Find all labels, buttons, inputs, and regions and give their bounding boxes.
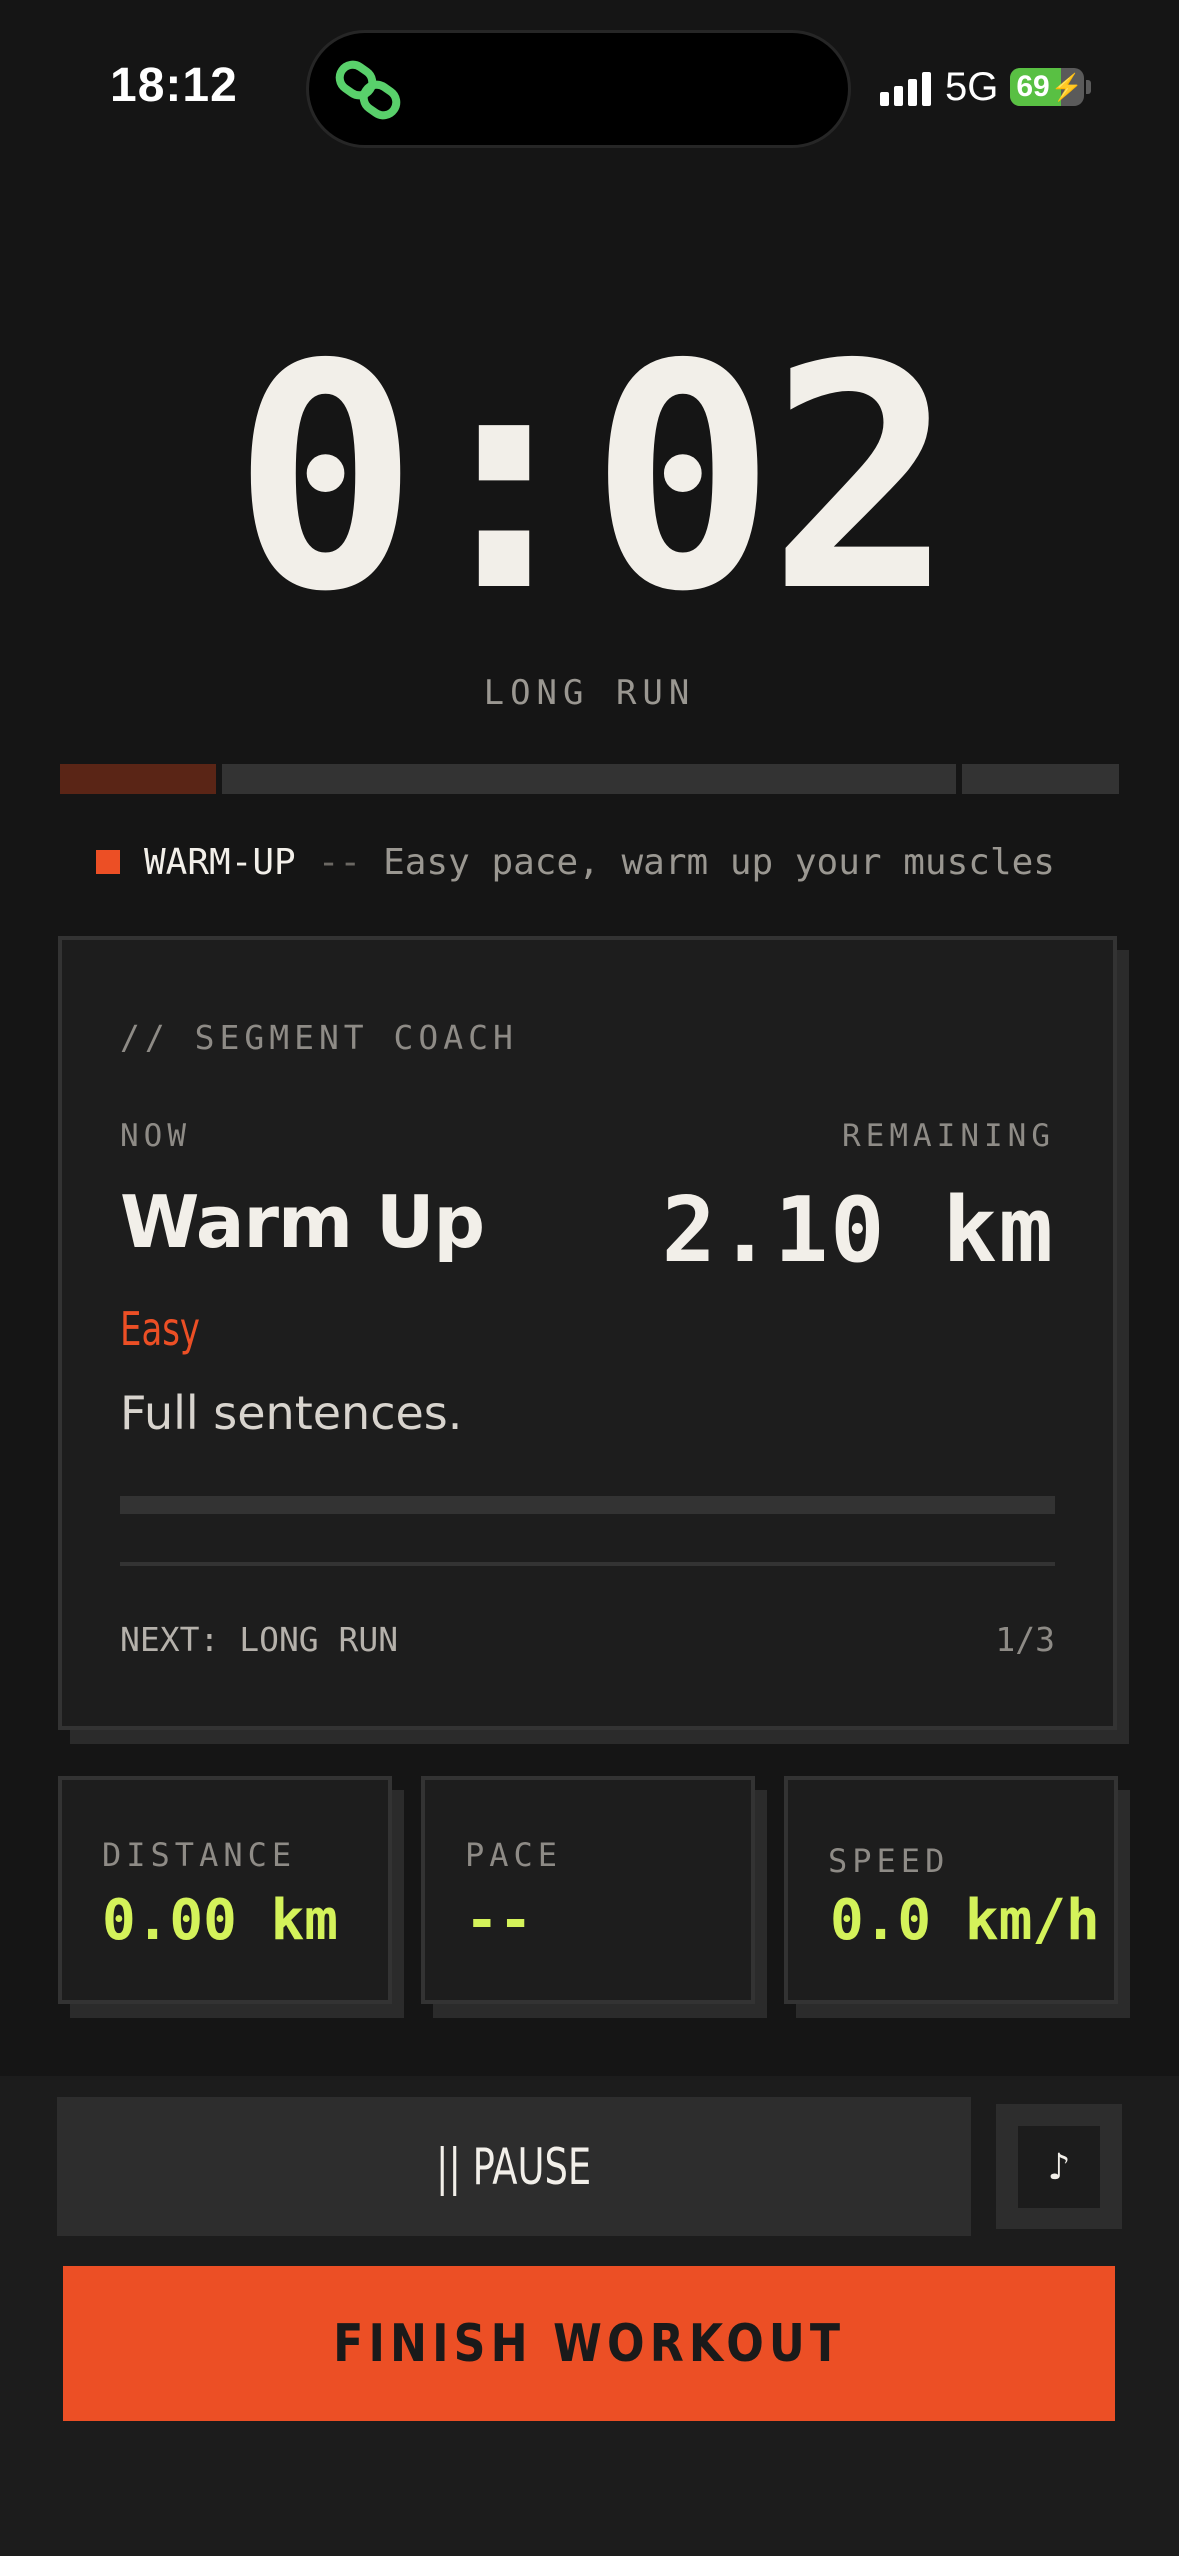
current-segment-name: WARM-UP — [144, 841, 296, 883]
coach-header: // SEGMENT COACH — [120, 1018, 518, 1057]
coach-divider — [120, 1562, 1055, 1566]
intensity-label: Easy — [120, 1302, 201, 1356]
now-label: NOW — [120, 1118, 191, 1154]
segment-bar-warm-up — [60, 764, 216, 794]
remaining-distance: 2.10 km — [661, 1178, 1055, 1283]
segment-separator: -- — [317, 841, 362, 883]
speed-tile: SPEED 0.0 km/h — [784, 1776, 1118, 2004]
pause-button-label: || PAUSE — [436, 2137, 592, 2196]
speed-label: SPEED — [828, 1842, 950, 1880]
segment-count: 1/3 — [995, 1620, 1055, 1659]
music-button[interactable]: ♪ — [996, 2104, 1122, 2229]
active-workout-screen: 18:12 5G 69 ⚡ 0:02 LONG RUN WARM-UP -- E… — [0, 0, 1179, 2556]
pace-tile: PACE -- — [421, 1776, 755, 2004]
segment-progress-bar — [60, 764, 1119, 794]
pace-value: -- — [465, 1888, 533, 1953]
finish-workout-button[interactable]: FINISH WORKOUT — [63, 2266, 1115, 2421]
charging-bolt-icon: ⚡ — [1050, 71, 1084, 102]
remaining-label: REMAINING — [842, 1118, 1055, 1154]
dynamic-island[interactable] — [306, 30, 851, 148]
battery-icon: 69 ⚡ — [1010, 68, 1085, 106]
battery-cap — [1086, 80, 1092, 94]
battery-percent: 69 — [1016, 70, 1050, 103]
next-segment: NEXT: LONG RUN — [120, 1620, 399, 1659]
segment-bar-long-run — [222, 764, 956, 794]
current-segment-info: WARM-UP -- Easy pace, warm up your muscl… — [96, 840, 1055, 884]
segment-color-marker — [96, 850, 120, 874]
pace-label: PACE — [465, 1836, 563, 1874]
link-chain-icon — [335, 60, 401, 120]
coach-cue: Full sentences. — [120, 1386, 463, 1440]
distance-label: DISTANCE — [102, 1836, 297, 1874]
speed-value: 0.0 km/h — [830, 1888, 1100, 1953]
status-indicators: 5G 69 ⚡ — [880, 62, 1092, 112]
distance-value: 0.00 km — [102, 1888, 339, 1953]
current-segment-description: Easy pace, warm up your muscles — [383, 841, 1055, 883]
segment-progress-track — [120, 1496, 1055, 1514]
status-time: 18:12 — [110, 59, 238, 112]
network-type: 5G — [945, 64, 999, 109]
segment-coach-card: // SEGMENT COACH NOW REMAINING Warm Up 2… — [58, 936, 1117, 1730]
cellular-signal-icon — [880, 68, 931, 106]
distance-tile: DISTANCE 0.00 km — [58, 1776, 392, 2004]
elapsed-timer: 0:02 — [232, 299, 955, 660]
coach-segment-title: Warm Up — [120, 1180, 485, 1264]
pause-button[interactable]: || PAUSE — [57, 2097, 971, 2236]
workout-name: LONG RUN — [483, 673, 696, 713]
segment-bar-cool-down — [962, 764, 1119, 794]
finish-workout-label: FINISH WORKOUT — [333, 2313, 845, 2374]
music-note-icon: ♪ — [1018, 2126, 1100, 2208]
